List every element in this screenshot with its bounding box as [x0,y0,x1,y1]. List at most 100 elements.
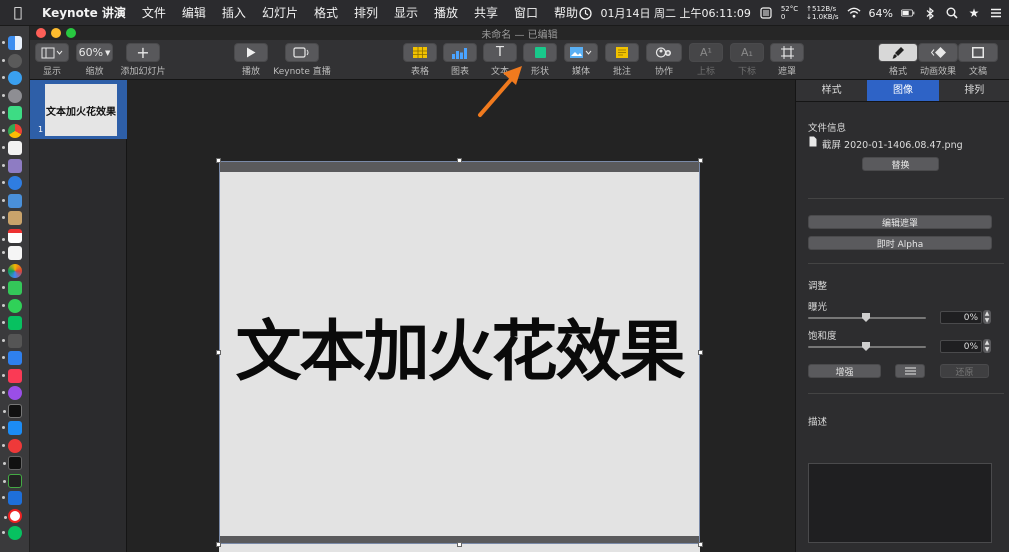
slide-number: 1 [38,125,44,134]
slide-title-text[interactable]: 文本加火花效果 [219,312,700,392]
format-button[interactable] [878,43,918,62]
zoom-select[interactable]: 60% ▼ [76,43,113,62]
clock-icon[interactable] [578,6,592,20]
menu-file[interactable]: 文件 [134,4,174,21]
menu-extra-icon[interactable] [759,6,773,20]
shape-button[interactable] [523,43,557,62]
temp-fan-readout[interactable]: 52°C 0 [781,5,798,21]
dock-keynote-icon[interactable] [1,351,22,365]
enhance-button[interactable]: 增强 [808,364,881,378]
apple-icon[interactable]:  [0,5,36,21]
dock-calendar-icon[interactable] [1,228,22,243]
dock-wechat-icon[interactable] [1,316,22,330]
menu-view[interactable]: 显示 [386,4,426,21]
document-button[interactable] [958,43,998,62]
dock-activity-icon[interactable] [2,473,22,488]
resize-handle-t[interactable] [457,158,462,163]
divider [808,393,1004,394]
menu-play[interactable]: 播放 [426,4,466,21]
dock-facetime-icon[interactable] [1,281,22,295]
menu-window[interactable]: 窗口 [506,4,546,21]
table-button[interactable] [403,43,437,62]
dock-terminal-icon[interactable] [2,456,22,470]
animate-button[interactable] [918,43,958,62]
dock-photos-icon[interactable] [1,263,22,278]
resize-handle-tl[interactable] [216,158,221,163]
star-icon[interactable]: ★ [967,6,981,20]
menu-app-name[interactable]: Keynote 讲演 [36,4,134,21]
exposure-stepper[interactable]: ▲ ▼ [983,310,991,324]
resize-handle-l[interactable] [216,350,221,355]
levels-button[interactable] [895,364,925,378]
chart-button[interactable] [443,43,477,62]
dock-yandex-icon[interactable] [3,508,22,523]
saturation-stepper[interactable]: ▲ ▼ [983,339,991,353]
dock-vpn-icon[interactable] [1,491,22,505]
dock-tv-icon[interactable] [2,403,22,418]
text-button[interactable]: T [483,43,517,62]
menu-slide[interactable]: 幻灯片 [254,4,306,21]
tab-style[interactable]: 样式 [796,80,867,101]
saturation-field[interactable]: 0% [940,340,982,353]
battery-percent[interactable]: 64% [869,7,893,20]
dock-safari-icon[interactable] [1,71,22,85]
datetime[interactable]: 01月14日 周二 上午06:11:09 [600,5,750,21]
resize-handle-bl[interactable] [216,542,221,547]
dock-app-icon[interactable] [1,158,22,173]
menu-arrange[interactable]: 排列 [346,4,386,21]
description-field[interactable] [808,463,992,543]
dock-preview-icon[interactable] [1,193,22,208]
instant-alpha-button[interactable]: 即时 Alpha [808,236,992,250]
add-slide-button[interactable]: + [126,43,160,62]
bluetooth-icon[interactable] [923,6,937,20]
dock-screenshot-icon[interactable] [1,333,22,348]
exposure-field[interactable]: 0% [940,311,982,324]
resize-handle-br[interactable] [698,542,703,547]
dock-contacts-icon[interactable] [1,211,22,225]
exposure-slider-knob[interactable] [862,313,870,322]
edit-mask-button[interactable]: 编辑遮罩 [808,215,992,229]
view-button[interactable] [35,43,69,62]
dock-reminders-icon[interactable] [1,246,22,260]
replace-button[interactable]: 替换 [862,157,939,171]
dock-wechat2-icon[interactable] [1,526,22,540]
menu-insert[interactable]: 插入 [214,4,254,21]
superscript-button[interactable]: A¹ [689,43,723,62]
mask-button[interactable] [770,43,804,62]
menu-edit[interactable]: 编辑 [174,4,214,21]
tab-arrange[interactable]: 排列 [939,80,1009,101]
media-button[interactable] [564,43,598,62]
dock-rocket-icon[interactable] [1,88,22,103]
dock-finder-icon[interactable] [1,36,22,50]
dock-compass-icon[interactable] [1,176,22,190]
subscript-button[interactable]: A₁ [730,43,764,62]
battery-icon[interactable] [901,6,915,20]
dock-chrome-icon[interactable] [1,123,22,138]
comment-button[interactable] [605,43,639,62]
network-readout[interactable]: ↑512B/s ↓1.0KB/s [806,5,838,21]
dock-android-icon[interactable] [1,106,22,120]
menu-share[interactable]: 共享 [466,4,506,21]
dock-vivaldi-icon[interactable] [1,438,22,453]
play-button[interactable] [234,43,268,62]
menu-format[interactable]: 格式 [306,4,346,21]
resize-handle-tr[interactable] [698,158,703,163]
search-icon[interactable] [945,6,959,20]
dock-podcasts-icon[interactable] [1,386,22,400]
inspector-panel: 样式 图像 排列 文件信息 截屏 2020-01-1406.08.47.png … [795,80,1009,552]
dock-messages-icon[interactable] [1,298,22,313]
reset-button[interactable]: 还原 [940,364,989,378]
menu-icon[interactable] [989,6,1003,20]
saturation-slider-knob[interactable] [862,342,870,351]
wifi-icon[interactable] [847,6,861,20]
dock-appstore-icon[interactable] [1,421,22,435]
dock-launchpad-icon[interactable] [1,53,22,68]
slide-thumbnail-1[interactable]: 文本加火花效果 1 [30,80,127,139]
dock-music-icon[interactable] [1,368,22,383]
resize-handle-r[interactable] [698,350,703,355]
tab-image[interactable]: 图像 [867,80,939,101]
dock-notes-icon[interactable] [1,141,22,155]
collaborate-button[interactable] [646,43,682,62]
resize-handle-b[interactable] [457,542,462,547]
keynote-live-button[interactable] [285,43,319,62]
